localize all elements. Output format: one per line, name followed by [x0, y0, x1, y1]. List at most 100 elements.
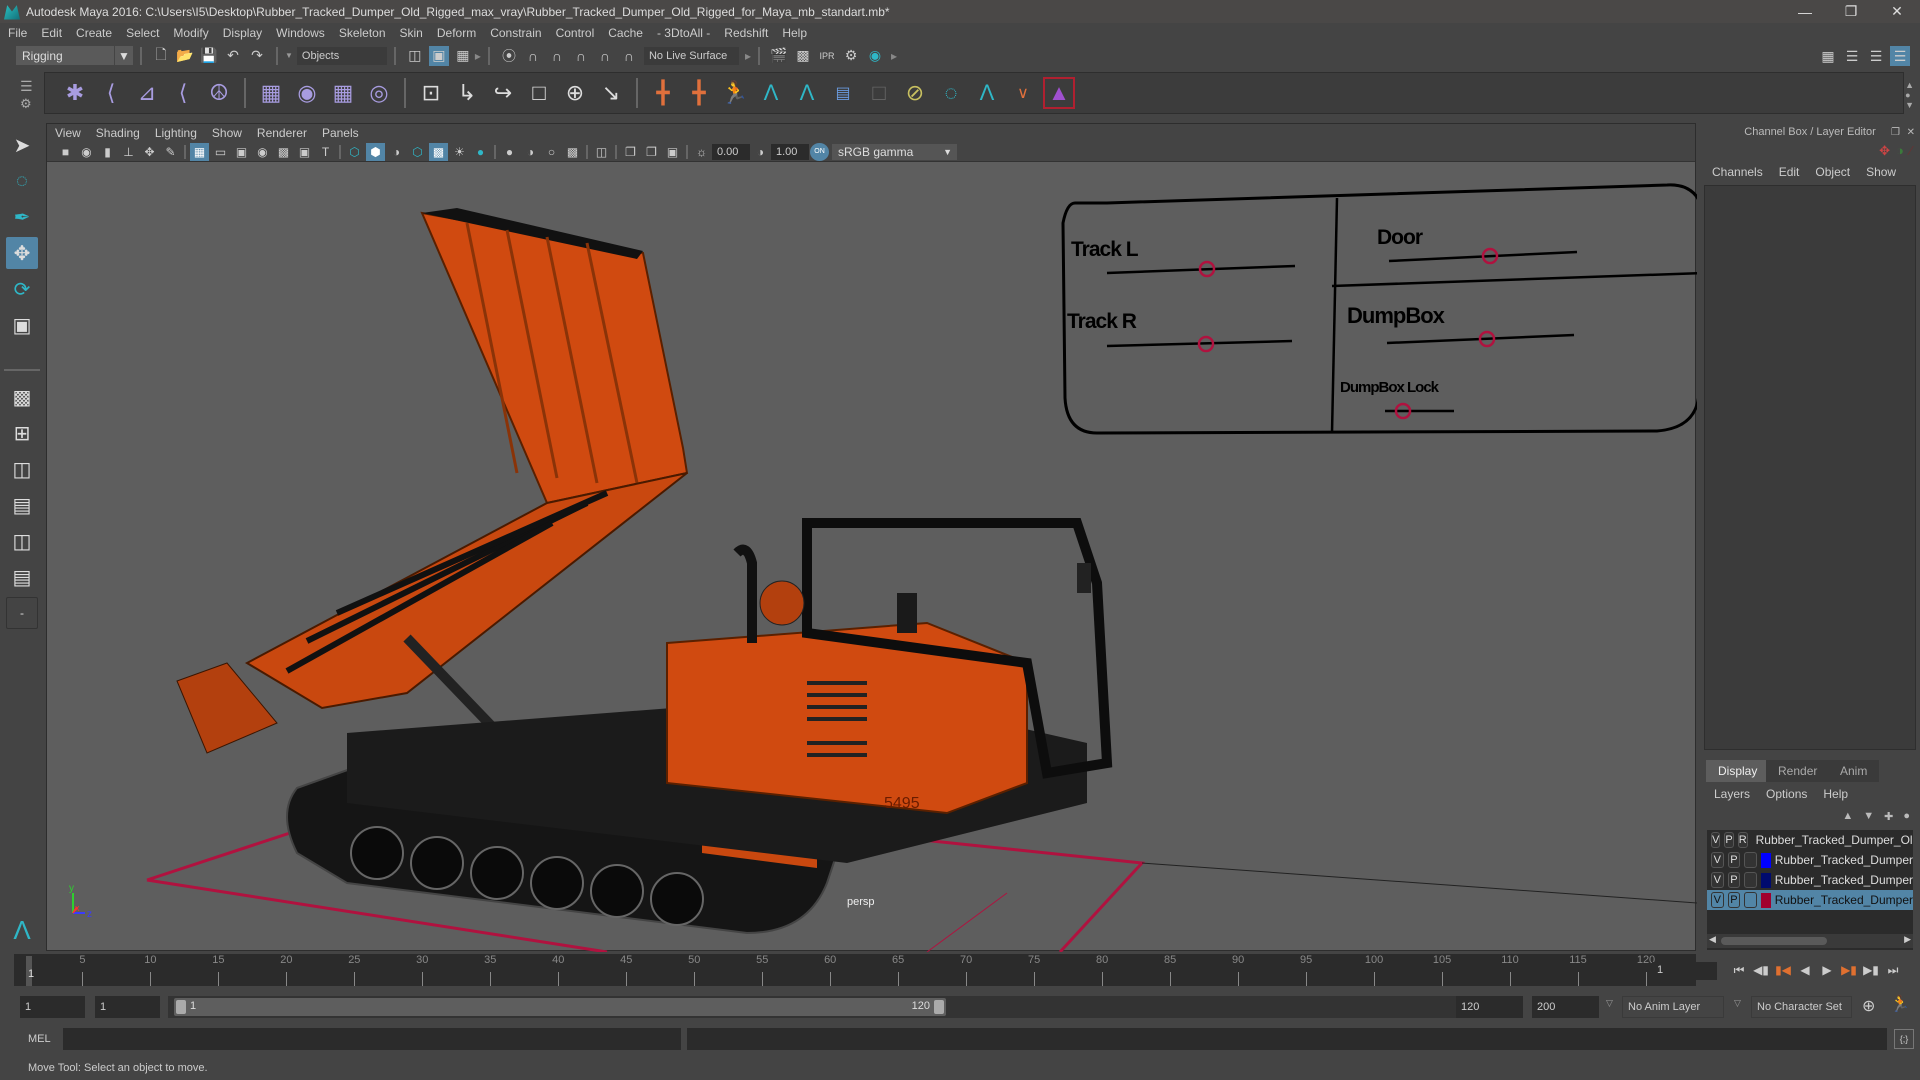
use-all-lights-icon[interactable]: ☀ [450, 143, 469, 161]
xray-active-icon[interactable]: ▣ [663, 143, 682, 161]
layer-color-swatch[interactable] [1760, 852, 1771, 868]
hyper-icon[interactable]: ∕ [1910, 143, 1912, 159]
selection-mask-arrow-icon[interactable]: ▼ [285, 51, 293, 60]
step-back-frame-button[interactable]: ◀▮ [1750, 960, 1772, 980]
menu-windows[interactable]: Windows [276, 26, 325, 40]
menu-edit[interactable]: Edit [41, 26, 62, 40]
lasso-tool-icon[interactable]: ◌ [6, 165, 38, 197]
xray-icon[interactable]: ❐ [621, 143, 640, 161]
snap-grid-icon[interactable]: ⦿ [499, 46, 519, 66]
reference-toggle[interactable] [1744, 872, 1757, 888]
visibility-toggle[interactable]: V [1711, 892, 1724, 908]
humanik-icon[interactable]: ☮ [203, 77, 235, 109]
screen-space-ao-icon[interactable]: ● [500, 143, 519, 161]
range-end-grip[interactable] [934, 1000, 944, 1014]
hypershade-persp-layout-icon[interactable]: ◫ [6, 525, 38, 557]
layer-name[interactable]: Rubber_Tracked_Dumper_Old [1756, 833, 1913, 847]
scroll-left-icon[interactable]: ◀ [1709, 934, 1716, 945]
grease-pencil-icon[interactable]: ✎ [161, 143, 180, 161]
menuset-dropdown[interactable]: Rigging [16, 46, 114, 65]
layout-more-icon[interactable]: - [6, 597, 38, 629]
parent-constraint-icon[interactable]: ⊡ [415, 77, 447, 109]
minimize-button[interactable]: — [1782, 0, 1828, 23]
range-start-grip[interactable] [176, 1000, 186, 1014]
script-editor-icon[interactable]: {;} [1894, 1029, 1914, 1049]
snap-surface-icon[interactable]: ∩ [595, 46, 615, 66]
pole-vector-constraint-icon[interactable]: ↘ [595, 77, 627, 109]
visibility-toggle[interactable]: V [1711, 852, 1724, 868]
character-set-field[interactable]: No Character Set [1751, 996, 1852, 1018]
animation-start-field[interactable]: 1 [20, 996, 85, 1018]
expand-arrow-icon[interactable]: ▸ [475, 49, 481, 63]
new-layer-from-selection-icon[interactable]: ● [1903, 810, 1910, 823]
playback-end-field[interactable]: 120 [1456, 996, 1523, 1018]
depth-of-field-icon[interactable]: ▩ [563, 143, 582, 161]
select-tool-icon[interactable]: ➤ [6, 129, 38, 161]
isolate-select-icon[interactable]: ◫ [592, 143, 611, 161]
layer-color-swatch[interactable] [1760, 892, 1771, 908]
smooth-shade-icon[interactable]: ⬢ [366, 142, 385, 161]
menu-display[interactable]: Display [223, 26, 262, 40]
selection-mask-field[interactable]: Objects [296, 46, 387, 65]
range-slider-handle[interactable]: 1 120 [174, 998, 946, 1016]
scale-constraint-icon[interactable]: □ [523, 77, 555, 109]
exposure-field[interactable]: 0.00 [712, 143, 750, 160]
hypershade-icon[interactable]: ◉ [865, 46, 885, 66]
tab-display[interactable]: Display [1706, 760, 1770, 782]
render-settings-icon[interactable]: ⚙ [841, 46, 861, 66]
auto-key-icon[interactable]: ⊕ [1862, 996, 1875, 1016]
wireframe-on-shaded-icon[interactable]: ⬡ [408, 143, 427, 161]
redo-icon[interactable]: ↷ [247, 46, 267, 66]
modeling-toolkit-icon[interactable]: ▦ [1818, 46, 1838, 66]
camera-attributes-icon[interactable]: ◉ [77, 143, 96, 161]
undo-icon[interactable]: ↶ [223, 46, 243, 66]
menu-select[interactable]: Select [126, 26, 159, 40]
playback-start-field[interactable]: 1 [95, 996, 160, 1018]
render-frame-icon[interactable]: ▩ [793, 46, 813, 66]
layer-row[interactable]: V P R Rubber_Tracked_Dumper_Old [1707, 830, 1913, 850]
sculpt-deformer-icon[interactable]: ◉ [291, 77, 323, 109]
scale-tool-icon[interactable]: ▣ [6, 309, 38, 341]
menu-3dtoall[interactable]: - 3DtoAll - [657, 26, 710, 40]
channel-list[interactable] [1704, 185, 1916, 750]
layer-row[interactable]: V P Rubber_Tracked_Dumper [1707, 850, 1913, 870]
layer-row-selected[interactable]: V P Rubber_Tracked_Dumper [1707, 890, 1913, 910]
speed-icon[interactable]: ◑ [1896, 143, 1904, 159]
set-key-icon[interactable]: ╋ [647, 77, 679, 109]
menu-create[interactable]: Create [76, 26, 112, 40]
horizontal-scrollbar[interactable]: ◀ ▶ [1707, 934, 1913, 948]
color-management-toggle[interactable]: ON [810, 142, 829, 161]
shelf-settings-icon[interactable]: ⚙ [20, 96, 32, 112]
textured-icon[interactable]: ▩ [429, 142, 448, 161]
play-backwards-button[interactable]: ◀ [1794, 960, 1816, 980]
ik-spline-icon[interactable]: ⊿ [131, 77, 163, 109]
bookmark-icon[interactable]: ▮ [98, 143, 117, 161]
playback-toggle[interactable]: P [1724, 832, 1734, 848]
close-panel-icon[interactable]: ✕ [1907, 127, 1915, 138]
anti-aliasing-icon[interactable]: ○ [542, 143, 561, 161]
joint-tool-icon[interactable]: ✱ [59, 77, 91, 109]
menu-deform[interactable]: Deform [437, 26, 476, 40]
animation-end-field[interactable]: 200 [1532, 996, 1599, 1018]
attribute-editor-icon[interactable]: ☰ [1842, 46, 1862, 66]
rotate-tool-icon[interactable]: ⟳ [6, 273, 38, 305]
render-view-icon[interactable]: 🎬 [769, 46, 789, 66]
range-slider-track[interactable]: 1 120 [168, 996, 1458, 1018]
resolution-gate-icon[interactable]: ▣ [232, 143, 251, 161]
visibility-toggle[interactable]: V [1711, 832, 1721, 848]
field-chart-icon[interactable]: ▩ [274, 143, 293, 161]
script-language-label[interactable]: MEL [28, 1033, 51, 1045]
select-by-component-icon[interactable]: ▦ [453, 46, 473, 66]
close-button[interactable]: ✕ [1874, 0, 1920, 23]
playback-toggle[interactable]: P [1727, 872, 1741, 888]
menu-skeleton[interactable]: Skeleton [339, 26, 386, 40]
layers-disable-icon[interactable]: ⊘ [899, 77, 931, 109]
gamma-field[interactable]: 1.00 [771, 143, 809, 160]
aim-constraint-icon[interactable]: ⊕ [559, 77, 591, 109]
layer-menu-help[interactable]: Help [1823, 787, 1848, 801]
restore-button[interactable]: ❐ [1828, 0, 1874, 23]
channel-box-toggle-icon[interactable]: ☰ [1890, 46, 1910, 66]
graph-persp-layout-icon[interactable]: ▤ [6, 489, 38, 521]
ik-handle-icon[interactable]: ⟨ [95, 77, 127, 109]
cb-menu-channels[interactable]: Channels [1712, 165, 1763, 179]
